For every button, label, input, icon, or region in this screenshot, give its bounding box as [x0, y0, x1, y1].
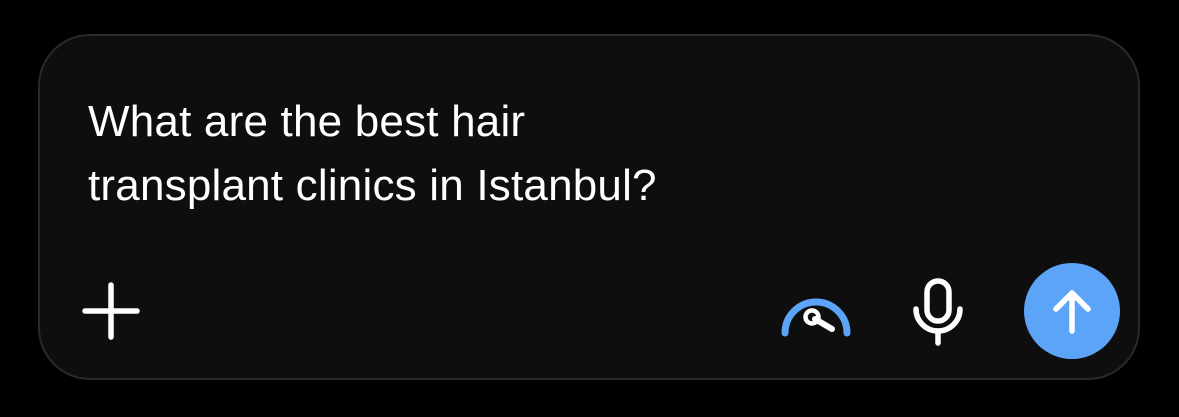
prompt-input-text[interactable]: What are the best hair transplant clinic…: [88, 90, 808, 218]
speedometer-icon: [781, 298, 851, 337]
plus-icon: [82, 282, 140, 340]
add-attachment-button[interactable]: [76, 276, 146, 346]
arrow-up-icon: [1053, 290, 1091, 334]
voice-input-button[interactable]: [906, 274, 970, 350]
speed-mode-button[interactable]: [773, 276, 859, 346]
send-button[interactable]: [1024, 263, 1120, 359]
microphone-icon: [913, 278, 963, 346]
message-composer[interactable]: What are the best hair transplant clinic…: [38, 34, 1140, 380]
